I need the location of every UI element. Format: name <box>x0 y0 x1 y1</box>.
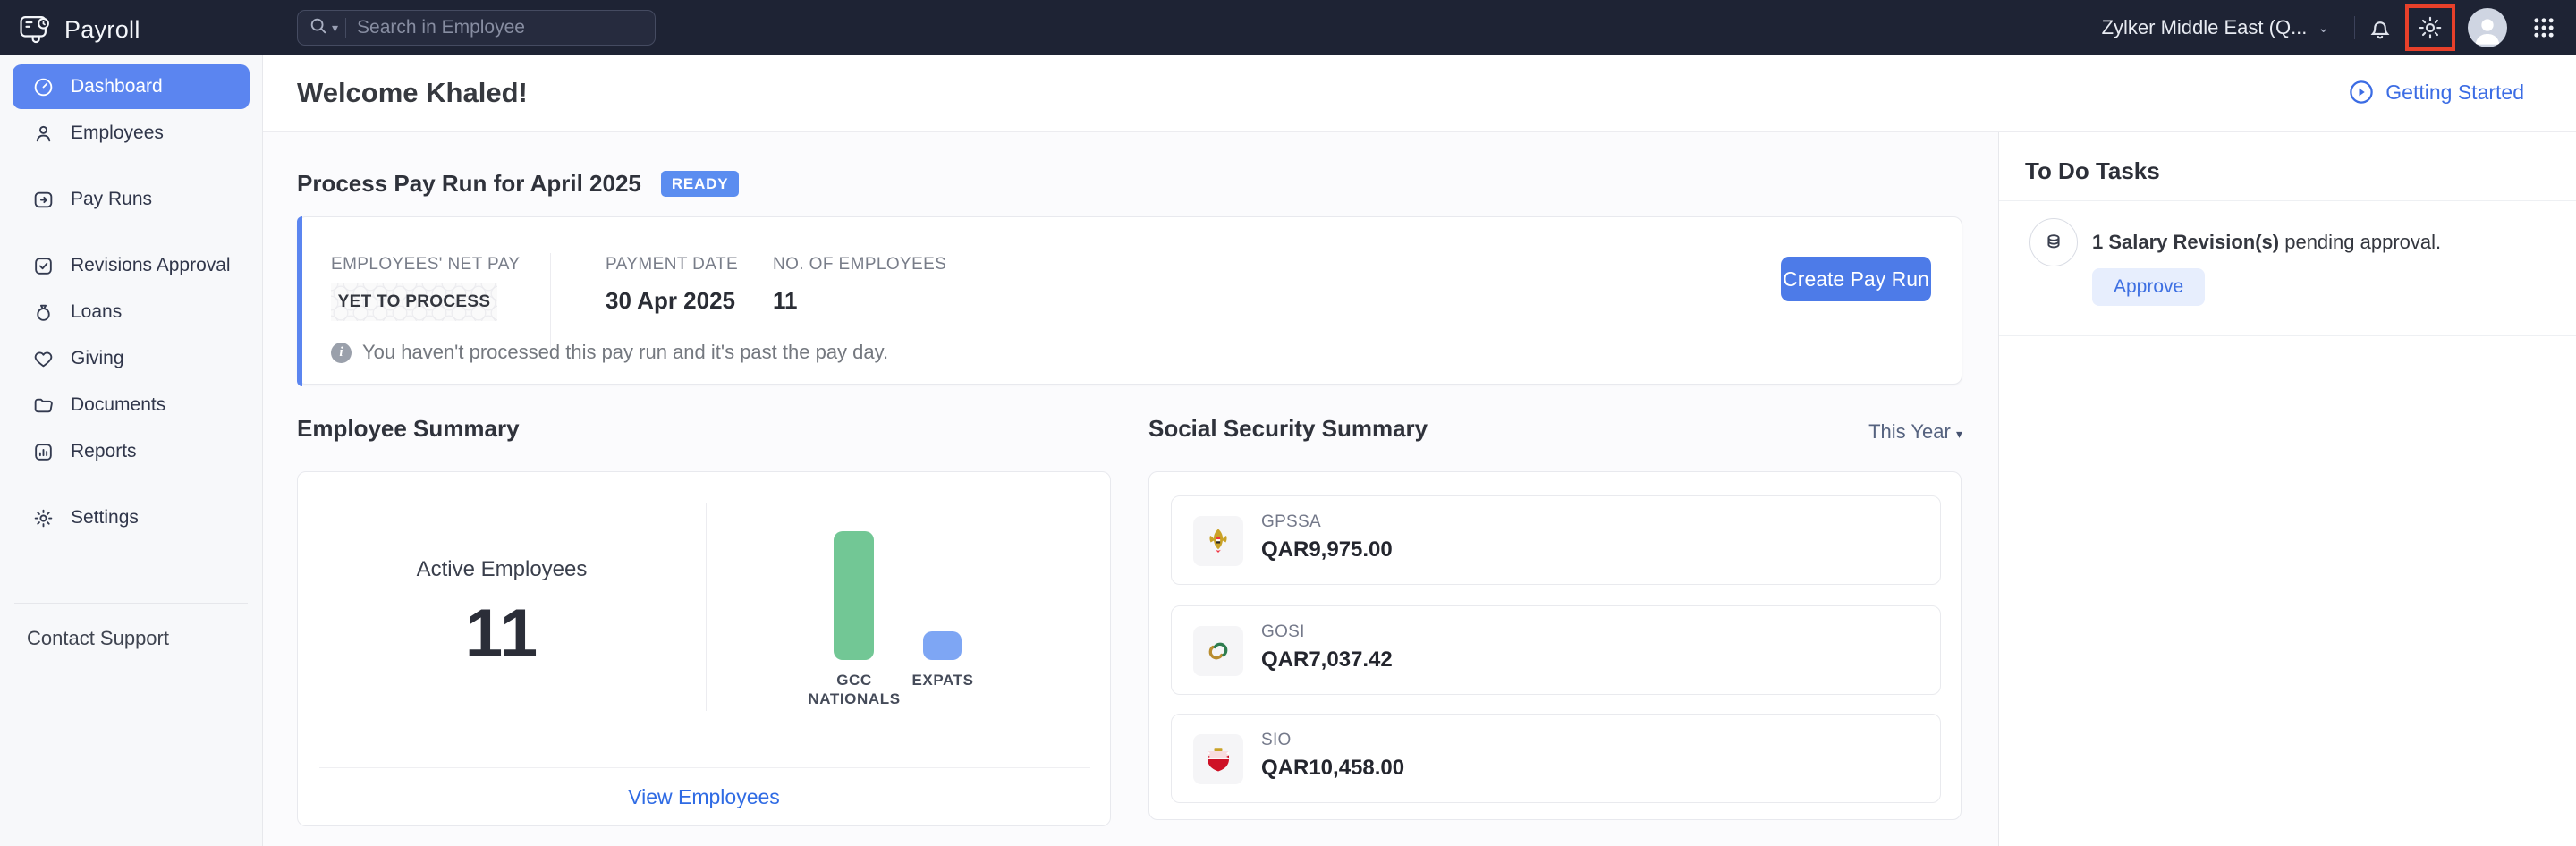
folder-icon <box>34 398 53 412</box>
global-search[interactable]: ▾ <box>297 10 656 46</box>
top-bar: Payroll ▾ Zylker Middle East (Q... ⌄ <box>0 0 2576 55</box>
sidebar-item-giving[interactable]: Giving <box>13 336 250 381</box>
period-dropdown[interactable]: This Year ▾ <box>1846 420 1962 444</box>
org-name: Zylker Middle East (Q... <box>2101 16 2308 38</box>
employee-summary-title: Employee Summary <box>297 415 520 442</box>
sidebar-item-loans[interactable]: Loans <box>13 290 250 334</box>
todo-panel: To Do Tasks 1 Salary Revision(s) pending… <box>1998 132 2576 846</box>
bar-gcc-nationals <box>834 531 874 660</box>
page-title: Welcome Khaled! <box>297 77 528 108</box>
gosi-logo <box>1193 626 1243 676</box>
bar-label-expats: EXPATS <box>911 672 974 689</box>
card-accent-bar <box>297 216 302 386</box>
contact-support-link[interactable]: Contact Support <box>13 627 250 650</box>
sidebar-item-dashboard[interactable]: Dashboard <box>13 64 250 109</box>
social-row-gpssa[interactable]: GPSSA QAR9,975.00 <box>1171 495 1941 585</box>
create-pay-run-button[interactable]: Create Pay Run <box>1781 257 1931 301</box>
uae-emblem <box>1193 516 1243 566</box>
coins-icon <box>2029 218 2078 266</box>
gear-icon <box>34 509 53 527</box>
employee-summary-card: Active Employees 11 GCC NATIONALS EXPATS… <box>297 471 1111 826</box>
caret-down-icon: ▾ <box>1955 427 1962 441</box>
social-security-card: GPSSA QAR9,975.00 GOSI QAR7,037.42 SIO Q… <box>1148 471 1962 820</box>
sidebar-item-employees[interactable]: Employees <box>13 111 250 156</box>
employee-count-field: NO. OF EMPLOYEES 11 <box>773 255 947 314</box>
info-icon: i <box>331 342 352 363</box>
net-pay-field: EMPLOYEES' NET PAY YET TO PROCESS <box>331 255 520 321</box>
sidebar-nav: Dashboard Employees Pay Runs Revisions A… <box>0 55 263 846</box>
view-employees-link[interactable]: View Employees <box>298 785 1110 809</box>
bell-icon <box>2370 21 2390 39</box>
todo-task-text: 1 Salary Revision(s) pending approval. <box>2092 231 2442 253</box>
sidebar-item-revisions-approval[interactable]: Revisions Approval <box>13 243 250 288</box>
app-logo[interactable]: Payroll <box>18 11 140 49</box>
yet-to-process-chip: YET TO PROCESS <box>331 283 497 321</box>
getting-started-link[interactable]: Getting Started <box>2348 79 2524 106</box>
approve-button[interactable]: Approve <box>2092 268 2206 306</box>
active-employees-block: Active Employees 11 <box>298 472 706 673</box>
bahrain-emblem <box>1193 734 1243 784</box>
active-employees-count: 11 <box>464 596 539 672</box>
welcome-header: Welcome Khaled! Getting Started <box>263 55 2576 132</box>
org-switcher[interactable]: Zylker Middle East (Q... ⌄ <box>2102 16 2329 39</box>
search-divider <box>345 18 347 38</box>
apps-menu-button[interactable] <box>2531 15 2556 40</box>
sidebar-item-documents[interactable]: Documents <box>13 383 250 427</box>
payment-date-field: PAYMENT DATE 30 Apr 2025 <box>606 255 739 314</box>
status-badge: READY <box>660 171 740 197</box>
sidebar-item-settings[interactable]: Settings <box>13 495 250 540</box>
heart-icon <box>34 351 53 367</box>
user-avatar[interactable] <box>2468 8 2507 47</box>
settings-button[interactable] <box>2405 4 2455 51</box>
dashboard-icon <box>34 78 53 96</box>
payroll-dashboard: Payroll ▾ Zylker Middle East (Q... ⌄ <box>0 0 2576 846</box>
person-icon <box>36 125 51 141</box>
search-scope-caret-icon[interactable]: ▾ <box>332 21 338 36</box>
topbar-right-cluster: Zylker Middle East (Q... ⌄ <box>2079 0 2576 55</box>
social-security-title: Social Security Summary <box>1148 415 1428 442</box>
payrun-note: i You haven't processed this pay run and… <box>331 341 888 364</box>
payroll-logo-icon <box>18 11 52 49</box>
sidebar-item-pay-runs[interactable]: Pay Runs <box>13 177 250 222</box>
app-name: Payroll <box>64 16 140 43</box>
money-bag-icon <box>37 304 50 321</box>
search-icon <box>309 16 328 40</box>
sidebar-item-reports[interactable]: Reports <box>13 429 250 474</box>
payrun-section-title: Process Pay Run for April 2025 <box>297 170 641 197</box>
search-input[interactable] <box>357 17 644 38</box>
social-row-gosi[interactable]: GOSI QAR7,037.42 <box>1171 605 1941 695</box>
calendar-arrow-icon <box>34 191 53 207</box>
play-circle-icon <box>2350 80 2374 104</box>
highlight-box <box>2405 4 2455 51</box>
chevron-down-icon: ⌄ <box>2318 21 2329 36</box>
bar-expats <box>923 631 962 660</box>
notifications-button[interactable] <box>2367 14 2394 41</box>
payrun-card: EMPLOYEES' NET PAY YET TO PROCESS PAYMEN… <box>297 216 1962 386</box>
social-row-sio[interactable]: SIO QAR10,458.00 <box>1171 714 1941 803</box>
check-square-icon <box>35 257 52 275</box>
todo-title: To Do Tasks <box>2025 157 2160 184</box>
sidebar-divider <box>14 603 248 604</box>
bar-chart-icon <box>35 443 52 461</box>
apps-grid-icon <box>2534 18 2554 38</box>
main-content: Process Pay Run for April 2025 READY EMP… <box>263 132 1998 846</box>
